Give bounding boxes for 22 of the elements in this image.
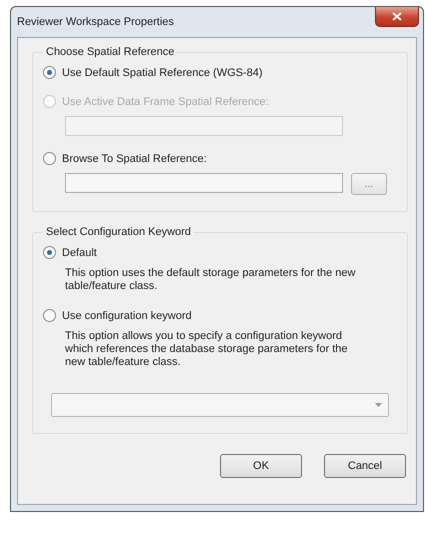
window-title: Reviewer Workspace Properties [17,16,174,28]
option-description: This option allows you to specify a configuration keyword which references the database storage parameters for the new table/feature class. [64,330,348,369]
keyword-dropdown[interactable] [51,393,389,417]
radio-label: Use Default Spatial Reference (WGS-84) [62,66,263,78]
radio-label: Use configuration keyword [62,310,192,322]
option-description: This option uses the default storage parameters for the new table/feature class. [64,267,356,293]
group-title: Select Configuration Keyword [45,226,192,238]
group-title: Choose Spatial Reference [45,46,176,58]
close-button[interactable] [375,7,419,27]
radio-label: Default [62,246,97,258]
radio-button[interactable] [43,309,56,322]
text-field[interactable] [65,173,343,193]
dialog-button[interactable]: Cancel [324,454,406,478]
radio-label: Use Active Data Frame Spatial Reference: [62,96,269,108]
radio-button[interactable] [43,66,56,79]
browse-button[interactable]: ... [351,173,387,195]
radio-label: Browse To Spatial Reference: [62,152,207,164]
close-icon [392,12,402,21]
dialog-button[interactable]: OK [220,454,302,478]
radio-button[interactable] [43,152,56,165]
radio-button[interactable] [43,246,56,259]
dropdown-arrow-icon [375,403,382,407]
